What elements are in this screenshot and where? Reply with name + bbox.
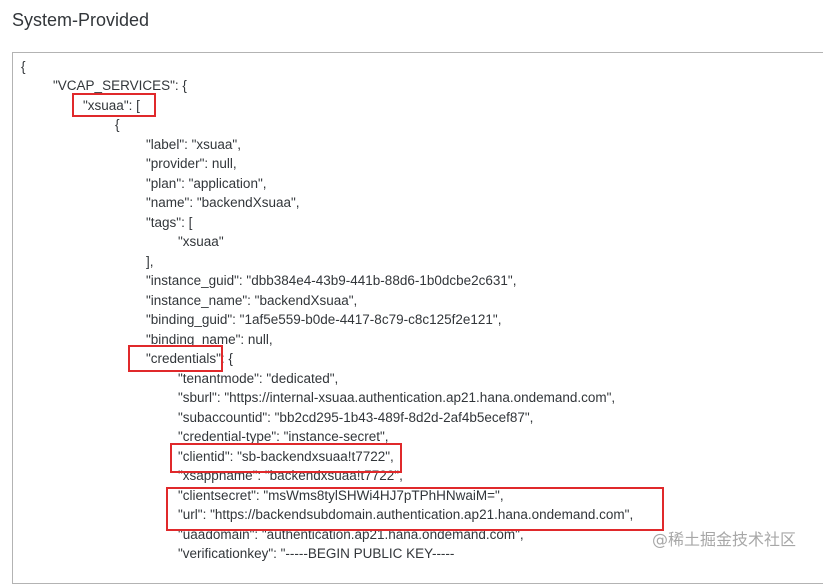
code-line-sburl: "sburl": "https://internal-xsuaa.authent… <box>178 390 616 405</box>
code-line-plan: "plan": "application", <box>146 176 267 191</box>
code-line-credential-type: "credential-type": "instance-secret", <box>178 429 389 444</box>
code-line-label: "label": "xsuaa", <box>146 137 241 152</box>
code-line-binding-name: "binding_name": null, <box>146 332 273 347</box>
code-line-instance-name: "instance_name": "backendXsuaa", <box>146 293 358 308</box>
code-line-vcap-services: "VCAP_SERVICES": { <box>53 78 187 93</box>
watermark: @稀土掘金技术社区 <box>652 530 797 549</box>
code-line-tags: "tags": [ <box>146 215 193 230</box>
code-line-provider: "provider": null, <box>146 156 237 171</box>
section-title: System-Provided <box>12 10 150 30</box>
code-line-uaadomain: "uaadomain": "authentication.ap21.hana.o… <box>178 527 524 542</box>
code-line-xsuaa: "xsuaa": [ <box>83 98 140 113</box>
code-line-clientid: "clientid": "sb-backendxsuaa!t7722", <box>178 449 394 464</box>
code-line-tags-close: ], <box>146 254 154 269</box>
code-line-name: "name": "backendXsuaa", <box>146 195 300 210</box>
code-line-url: "url": "https://backendsubdomain.authent… <box>178 507 634 522</box>
code-line-xsappname: "xsappname": "backendxsuaa!t7722", <box>178 468 403 483</box>
code-line-instance-guid: "instance_guid": "dbb384e4-43b9-441b-88d… <box>146 273 517 288</box>
code-line-clientsecret: "clientsecret": "msWms8tylSHWi4HJ7pTPhHN… <box>178 488 504 503</box>
code-line-tags-value: "xsuaa" <box>178 234 224 249</box>
vcap-services-json-viewer[interactable]: { "VCAP_SERVICES": { "xsuaa": [ { "label… <box>12 52 823 584</box>
code-line-verificationkey: "verificationkey": "-----BEGIN PUBLIC KE… <box>178 546 455 561</box>
code-line-subaccountid: "subaccountid": "bb2cd295-1b43-489f-8d2d… <box>178 410 534 425</box>
code-line-binding-guid: "binding_guid": "1af5e559-b0de-4417-8c79… <box>146 312 502 327</box>
code-line-open-brace: { <box>21 59 26 74</box>
code-line-object-open: { <box>115 117 120 132</box>
code-line-tenantmode: "tenantmode": "dedicated", <box>178 371 339 386</box>
code-line-credentials: "credentials": { <box>146 351 233 366</box>
